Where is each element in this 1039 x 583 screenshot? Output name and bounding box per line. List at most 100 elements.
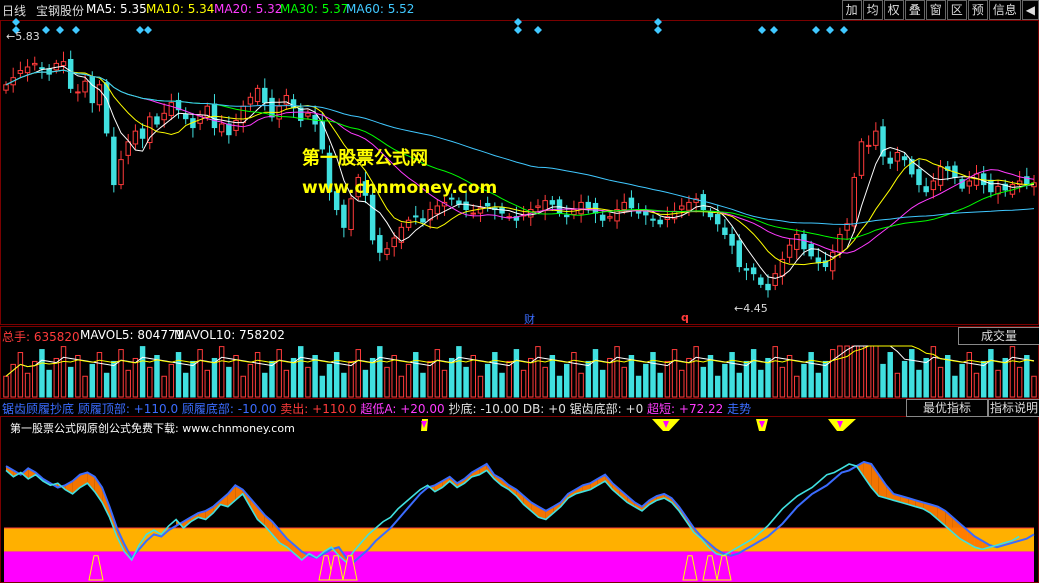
candle-body (470, 212, 477, 215)
volume-bar (621, 366, 627, 398)
volume-bar (305, 366, 311, 398)
volume-bar (520, 369, 527, 398)
candle-body (650, 218, 656, 221)
ma60-line (5, 69, 1035, 226)
buy-diamond-marker (826, 26, 834, 34)
volume-bar (204, 369, 211, 398)
volume-bar (333, 352, 340, 398)
volume-bar (17, 352, 24, 398)
buy-diamond-marker (654, 18, 662, 26)
candle-body (542, 200, 548, 211)
top-signal-marker (828, 419, 856, 431)
volume-bar (980, 360, 987, 398)
candle-body (679, 205, 685, 210)
volume-bar (441, 369, 448, 398)
watermark-title: 第一股票公式网 (302, 148, 428, 169)
indicator-help-button[interactable]: 指标说明 (988, 399, 1039, 417)
volume-bar (679, 369, 685, 398)
candle-body (873, 130, 879, 146)
volume-bar (988, 349, 994, 398)
volume-bar (118, 349, 124, 398)
ma20-line (5, 69, 1035, 254)
volume-bar (635, 375, 642, 398)
volume-bar (60, 346, 67, 398)
candle-body (89, 76, 95, 104)
candle-body (168, 102, 175, 116)
volume-bar (671, 349, 678, 398)
volume-bar (693, 346, 699, 398)
candle-body (125, 141, 131, 156)
volume-bar (161, 375, 167, 398)
legend-item: 锯齿顾履抄底 (2, 402, 78, 416)
candle-body (858, 141, 865, 176)
volume-bar (147, 366, 153, 398)
candle-body (3, 84, 9, 91)
bottom-zone-band (4, 551, 1034, 582)
volume-bar (53, 357, 60, 398)
candle-body (765, 283, 771, 291)
volume-bar (470, 354, 477, 398)
volume-bar (111, 360, 117, 398)
mavol5-readout: MAVOL5: 804771 (80, 328, 184, 342)
volume-bar (477, 375, 484, 398)
volume-bar (894, 372, 901, 398)
volume-bar (664, 360, 671, 398)
buy-diamond-marker (72, 26, 80, 34)
volume-bar (995, 369, 1001, 398)
stock-chart[interactable] (0, 0, 1039, 583)
candle-body (865, 144, 872, 147)
buy-diamond-marker (770, 26, 778, 34)
candle-body (923, 186, 929, 193)
candle-body (147, 116, 153, 144)
candle-body (391, 237, 397, 248)
candle-body (341, 204, 347, 228)
volume-button[interactable]: 成交量 (958, 327, 1039, 345)
candle-body (262, 87, 268, 104)
buy-diamond-marker (514, 18, 522, 26)
volume-bar (614, 346, 620, 398)
candle-body (578, 201, 584, 215)
volume-bar (168, 363, 175, 398)
candle-body (384, 248, 390, 255)
finance-event-marker[interactable]: 财 (524, 311, 535, 327)
legend-item: 抄底: -10.00 (448, 402, 523, 416)
volume-bar (549, 354, 556, 398)
volume-bar (901, 360, 908, 398)
candle-body (894, 152, 901, 162)
indicator-header: 锯齿顾履抄底 顾履顶部: +110.0 顾履底部: -10.00 卖出: +11… (0, 399, 1039, 417)
candle-body (111, 136, 117, 186)
candle-body (247, 96, 254, 105)
legend-item: 卖出: +110.0 (280, 402, 361, 416)
candle-body (930, 180, 937, 191)
candle-body (24, 66, 31, 74)
best-indicator-button[interactable]: 最优指标 (906, 399, 988, 417)
volume-bar (650, 352, 656, 398)
candle-body (32, 62, 38, 66)
volume-bar (341, 372, 347, 398)
event-q-marker[interactable]: q (681, 311, 689, 324)
total-volume: 总手: 635820 (2, 330, 80, 344)
candle-body (46, 68, 52, 75)
candle-body (621, 201, 627, 211)
volume-bar (535, 346, 541, 398)
high-price-value: 5.83 (15, 30, 40, 43)
candle-body (60, 61, 67, 67)
volume-bar (628, 354, 635, 398)
volume-bar (32, 360, 38, 398)
volume-bar (772, 346, 778, 398)
candle-body (96, 84, 103, 106)
volume-bar (815, 372, 822, 398)
volume-bar (247, 363, 254, 398)
candle-body (448, 197, 455, 200)
volume-bar (24, 372, 31, 398)
candle-body (161, 112, 167, 121)
buy-diamond-marker (758, 26, 766, 34)
volume-bar (1031, 375, 1037, 398)
volume-bar (197, 349, 203, 398)
volume-bar (377, 346, 383, 398)
volume-bar (542, 366, 548, 398)
volume-bar (822, 360, 829, 398)
candle-body (484, 202, 491, 207)
volume-bar (765, 357, 771, 398)
candle-body (405, 219, 412, 228)
